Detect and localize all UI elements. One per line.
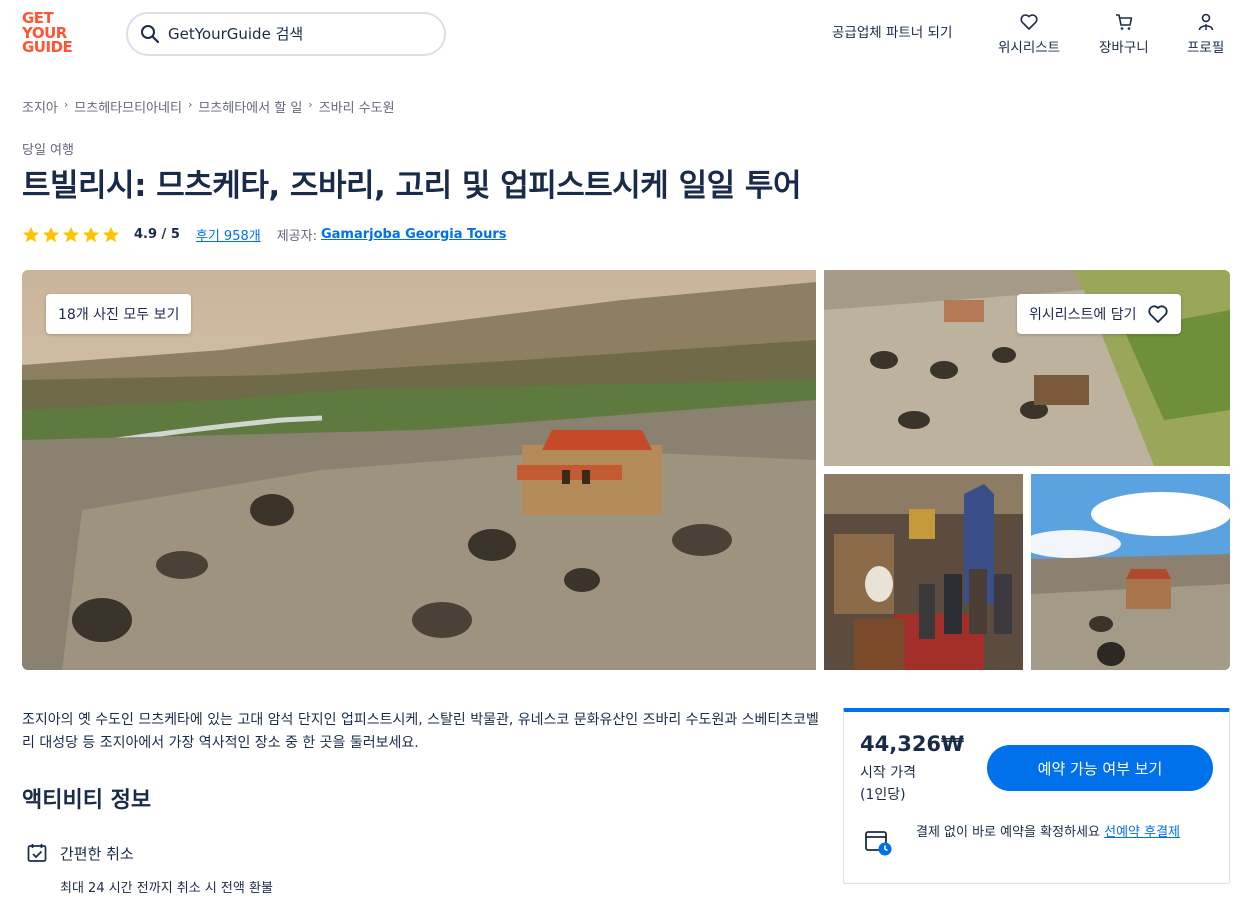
star-icon (102, 226, 120, 242)
activity-category: 당일 여행 (22, 143, 74, 158)
search-icon (141, 25, 160, 44)
heart-icon (1147, 305, 1168, 323)
gallery-image-4[interactable] (1031, 474, 1230, 670)
activity-info-heading: 액티비티 정보 (22, 788, 152, 813)
breadcrumb-item[interactable]: 므츠헤타에서 할 일 (198, 97, 302, 116)
star-icon (82, 226, 100, 242)
breadcrumb-item[interactable]: 조지아 (22, 97, 58, 116)
free-cancellation: 간편한 취소 (26, 842, 134, 864)
nav-wishlist[interactable]: 위시리스트 (998, 12, 1060, 56)
nav-wishlist-label: 위시리스트 (998, 40, 1061, 56)
nav-cart[interactable]: 장바구니 (1099, 12, 1149, 56)
rating-score: 4.9 / 5 (134, 227, 180, 242)
search-input[interactable] (168, 25, 418, 43)
page-title: 트빌리시: 므츠케타, 즈바리, 고리 및 업피스트시케 일일 투어 (22, 168, 801, 204)
nav-profile-label: 프로필 (1187, 40, 1225, 56)
add-to-wishlist-label: 위시리스트에 담기 (1029, 307, 1137, 323)
profile-icon (1198, 13, 1213, 31)
star-icon (42, 226, 60, 242)
free-cancellation-title: 간편한 취소 (60, 844, 134, 863)
check-availability-button[interactable]: 예약 가능 여부 보기 (987, 745, 1213, 791)
breadcrumb-item[interactable]: 므츠헤타므티아네티 (74, 97, 182, 116)
breadcrumb-chevron-icon: › (187, 98, 193, 111)
view-all-photos-button[interactable]: 18개 사진 모두 보기 (46, 294, 192, 334)
nav-cart-label: 장바구니 (1099, 40, 1149, 56)
calendar-clock-icon (865, 831, 892, 856)
price: 44,326₩ (860, 732, 965, 756)
calendar-check-icon (27, 844, 47, 862)
cart-icon (1115, 14, 1133, 30)
star-icon (22, 226, 40, 242)
breadcrumb: 조지아 › 므츠헤타므티아네티 › 므츠헤타에서 할 일 › 즈바리 수도원 (22, 97, 395, 116)
star-icon (62, 226, 80, 242)
heart-icon (1020, 14, 1038, 30)
logo-line-3: GUIDE (22, 38, 73, 56)
add-to-wishlist-button[interactable]: 위시리스트에 담기 (1017, 294, 1181, 334)
rating-row: 4.9 / 5 후기 958개 제공자: Gamarjoba Georgia T… (22, 225, 507, 244)
gallery-image-3[interactable] (824, 474, 1023, 670)
reserve-now-pay-later-link[interactable]: 선예약 후결제 (1104, 825, 1180, 840)
reserve-text: 결제 없이 바로 예약을 확정하세요 (916, 825, 1105, 840)
breadcrumb-item[interactable]: 즈바리 수도원 (319, 97, 395, 116)
become-partner-link[interactable]: 공급업체 파트너 되기 (832, 21, 952, 41)
nav-profile[interactable]: 프로필 (1187, 12, 1224, 56)
star-rating (22, 226, 120, 244)
header: GET YOUR GUIDE 공급업체 파트너 되기 위시리스트 장바구니 프로… (0, 0, 1253, 70)
activity-description: 조지아의 옛 수도인 므츠케타에 있는 고대 암석 단지인 업피스트시케, 스탈… (22, 712, 819, 751)
booking-card: 44,326₩ 시작 가격 (1인당) 예약 가능 여부 보기 결제 없이 바로… (843, 708, 1230, 884)
price-per-person: (1인당) (860, 787, 906, 803)
breadcrumb-chevron-icon: › (308, 98, 313, 111)
getyourguide-logo[interactable]: GET YOUR GUIDE (22, 11, 80, 57)
search-bar[interactable] (126, 12, 446, 56)
provider-label: 제공자: (276, 229, 317, 244)
provider-link[interactable]: Gamarjoba Georgia Tours (321, 227, 507, 242)
price-from-label: 시작 가격 (860, 765, 916, 781)
free-cancellation-detail: 최대 24 시간 전까지 취소 시 전액 환불 (60, 881, 273, 896)
reserve-now-pay-later: 결제 없이 바로 예약을 확정하세요 선예약 후결제 (916, 822, 1216, 843)
breadcrumb-chevron-icon: › (63, 98, 69, 111)
reviews-link[interactable]: 후기 958개 (196, 225, 261, 244)
